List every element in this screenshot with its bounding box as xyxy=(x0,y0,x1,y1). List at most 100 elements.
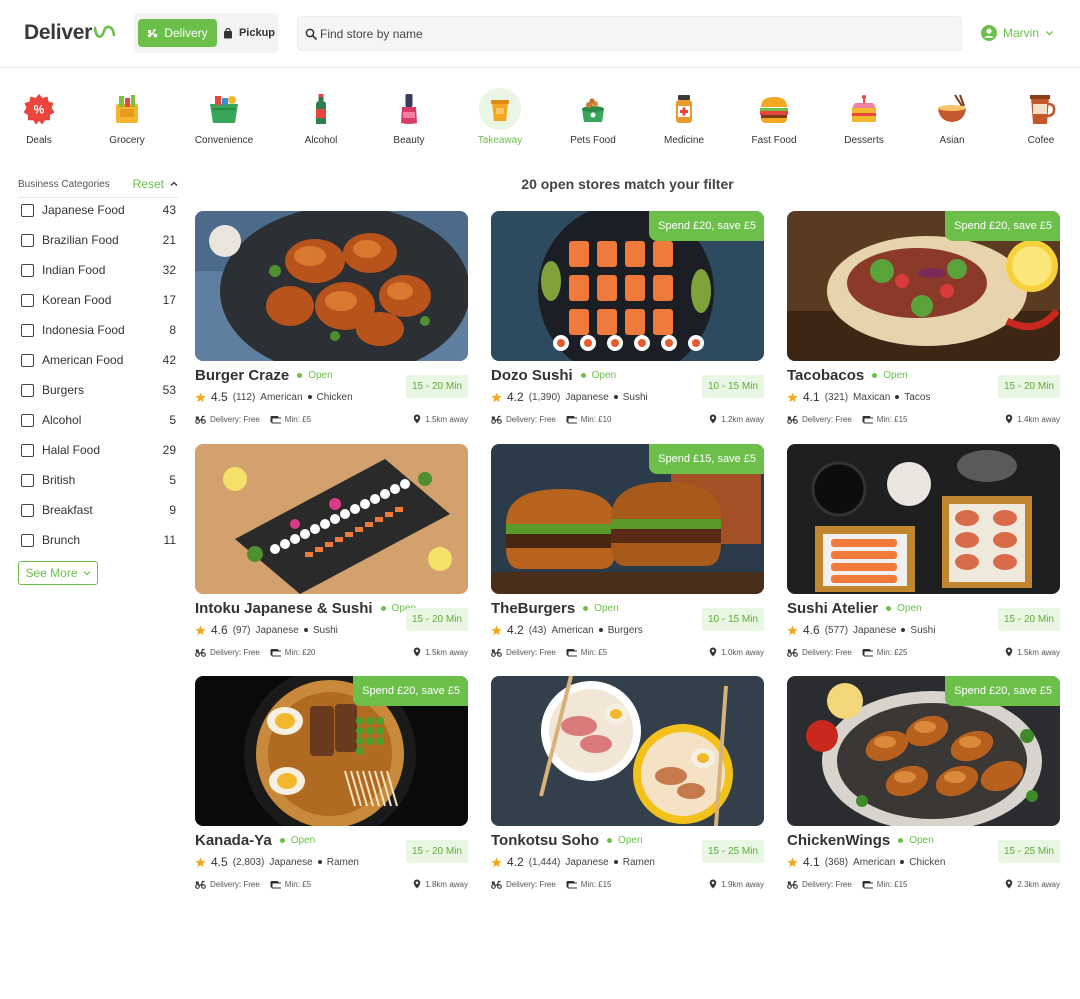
store-card-chickenwings[interactable]: Spend £20, save £5 ChickenWings Open 15 … xyxy=(787,676,1060,889)
delivery-mode-button[interactable]: Delivery xyxy=(138,19,217,47)
store-distance: 1.0km away xyxy=(721,647,764,657)
delivery-time-badge: 15 - 20 Min xyxy=(405,840,468,863)
user-menu[interactable]: Marvin xyxy=(981,25,1054,41)
filter-british[interactable]: British 5 xyxy=(18,465,178,495)
filter-alcohol[interactable]: Alcohol 5 xyxy=(18,405,178,435)
category-grocery[interactable]: Grocery xyxy=(87,88,167,146)
store-card-tonkotsu-soho[interactable]: Tonkotsu Soho Open 15 - 25 Min 4.2 (1,44… xyxy=(491,676,764,889)
filter-burgers[interactable]: Burgers 53 xyxy=(18,375,178,405)
filter-indonesia-food[interactable]: Indonesia Food 8 xyxy=(18,315,178,345)
open-status-dot xyxy=(580,373,586,378)
store-name: Sushi Atelier xyxy=(787,600,879,617)
store-title-row: Dozo Sushi Open xyxy=(491,367,616,384)
location-pin-icon xyxy=(413,879,421,889)
checkbox[interactable] xyxy=(21,413,34,427)
filter-count: 17 xyxy=(162,293,176,307)
store-rating: 4.5 xyxy=(211,855,228,869)
min-order: Min: £15 xyxy=(876,879,908,889)
store-title-row: Sushi Atelier Open xyxy=(787,600,922,617)
checkbox[interactable] xyxy=(21,443,34,457)
results-count-title: 20 open stores match your filter xyxy=(521,176,734,192)
category-desserts[interactable]: Desserts xyxy=(824,88,904,146)
food-photo xyxy=(491,676,764,826)
store-search-bar xyxy=(297,16,962,51)
see-more-button[interactable]: See More xyxy=(18,561,98,585)
filter-brazilian-food[interactable]: Brazilian Food 21 xyxy=(18,225,178,255)
category-takeaway[interactable]: Takeaway xyxy=(460,88,540,146)
svg-text:%: % xyxy=(34,103,45,117)
store-card-theburgers[interactable]: Spend £15, save £5 TheBurgers Open 10 - … xyxy=(491,444,764,657)
min-order: Min: £20 xyxy=(284,647,316,657)
category-strip: % Deals Grocery Convenience Alcohol Beau… xyxy=(0,88,1080,150)
category-beauty[interactable]: Beauty xyxy=(369,88,449,146)
store-dish: Ramen xyxy=(622,856,655,868)
store-reviews: (368) xyxy=(824,856,849,868)
logo[interactable]: Deliver xyxy=(24,21,117,45)
category-label: Deals xyxy=(26,135,52,146)
filter-count: 11 xyxy=(163,533,176,547)
filter-count: 42 xyxy=(162,353,176,367)
store-name: Intoku Japanese & Sushi xyxy=(195,600,373,617)
category-asian[interactable]: Asian xyxy=(912,88,992,146)
category-fast-food[interactable]: Fast Food xyxy=(734,88,814,146)
filter-american-food[interactable]: American Food 42 xyxy=(18,345,178,375)
checkbox[interactable] xyxy=(21,203,34,217)
user-name: Marvin xyxy=(1003,26,1040,40)
fast-food-icon xyxy=(753,88,795,130)
store-card-kanada-ya[interactable]: Spend £20, save £5 Kanada-Ya Open 15 - 2… xyxy=(195,676,468,889)
store-image xyxy=(491,676,764,826)
filter-list: Japanese Food 43 Brazilian Food 21 Indian … xyxy=(18,195,178,555)
store-info-row: Delivery: Free Min: £15 1.4km away xyxy=(787,414,1060,424)
checkbox[interactable] xyxy=(21,533,34,547)
reset-filters-button[interactable]: Reset xyxy=(133,177,178,191)
pickup-mode-button[interactable]: Pickup xyxy=(220,19,278,47)
store-rating: 4.5 xyxy=(211,390,228,404)
user-avatar-icon xyxy=(981,25,997,41)
filter-japanese-food[interactable]: Japanese Food 43 xyxy=(18,195,178,225)
min-order-icon xyxy=(862,648,873,657)
checkbox[interactable] xyxy=(21,293,34,307)
checkbox[interactable] xyxy=(21,353,34,367)
store-card-tacobacos[interactable]: Spend £20, save £5 Tacobacos Open 15 - 2… xyxy=(787,211,1060,424)
filter-halal-food[interactable]: Halal Food 29 xyxy=(18,435,178,465)
beauty-icon xyxy=(388,88,430,130)
store-card-sushi-atelier[interactable]: Sushi Atelier Open 15 - 20 Min 4.6 (577)… xyxy=(787,444,1060,657)
checkbox[interactable] xyxy=(21,233,34,247)
category-deals[interactable]: % Deals xyxy=(0,88,79,146)
delivery-time-badge: 15 - 20 Min xyxy=(405,375,468,398)
store-card-burger-craze[interactable]: Burger Craze Open 15 - 20 Min 4.5 (112) … xyxy=(195,211,468,424)
category-medicine[interactable]: Medicine xyxy=(644,88,724,146)
category-alcohol[interactable]: Alcohol xyxy=(281,88,361,146)
checkbox[interactable] xyxy=(21,503,34,517)
store-image xyxy=(195,211,468,361)
filter-brunch[interactable]: Brunch 11 xyxy=(18,525,178,555)
checkbox[interactable] xyxy=(21,323,34,337)
store-image: Spend £20, save £5 xyxy=(787,211,1060,361)
store-card-intoku-japanese-sushi[interactable]: Intoku Japanese & Sushi Open 15 - 20 Min… xyxy=(195,444,468,657)
category-convenience[interactable]: Convenience xyxy=(184,88,264,146)
food-photo xyxy=(787,444,1060,594)
checkbox[interactable] xyxy=(21,473,34,487)
separator-dot xyxy=(303,628,308,632)
category-pets-food[interactable]: Pets Food xyxy=(553,88,633,146)
store-info-row: Delivery: Free Min: £15 1.9km away xyxy=(491,879,764,889)
filter-count: 5 xyxy=(169,413,176,427)
store-card-dozo-sushi[interactable]: Spend £20, save £5 Dozo Sushi Open 10 - … xyxy=(491,211,764,424)
store-search-input[interactable] xyxy=(320,26,920,41)
filter-breakfast[interactable]: Breakfast 9 xyxy=(18,495,178,525)
checkbox[interactable] xyxy=(21,263,34,277)
filter-indian-food[interactable]: Indian Food 32 xyxy=(18,255,178,285)
scooter-icon xyxy=(491,415,502,424)
filter-korean-food[interactable]: Korean Food 17 xyxy=(18,285,178,315)
delivery-time-badge: 15 - 25 Min xyxy=(701,840,764,863)
store-rating-row: 4.2 (43) American Burgers xyxy=(491,623,643,637)
food-photo xyxy=(195,444,468,594)
category-coffee[interactable]: Cofee xyxy=(1001,88,1080,146)
store-rating-row: 4.6 (577) Japanese Sushi xyxy=(787,623,935,637)
store-name: Tonkotsu Soho xyxy=(491,832,600,849)
category-label: Convenience xyxy=(194,135,254,146)
store-cuisine: Japanese xyxy=(269,856,313,868)
checkbox[interactable] xyxy=(21,383,34,397)
scooter-icon xyxy=(148,29,158,38)
bag-icon xyxy=(223,27,232,38)
